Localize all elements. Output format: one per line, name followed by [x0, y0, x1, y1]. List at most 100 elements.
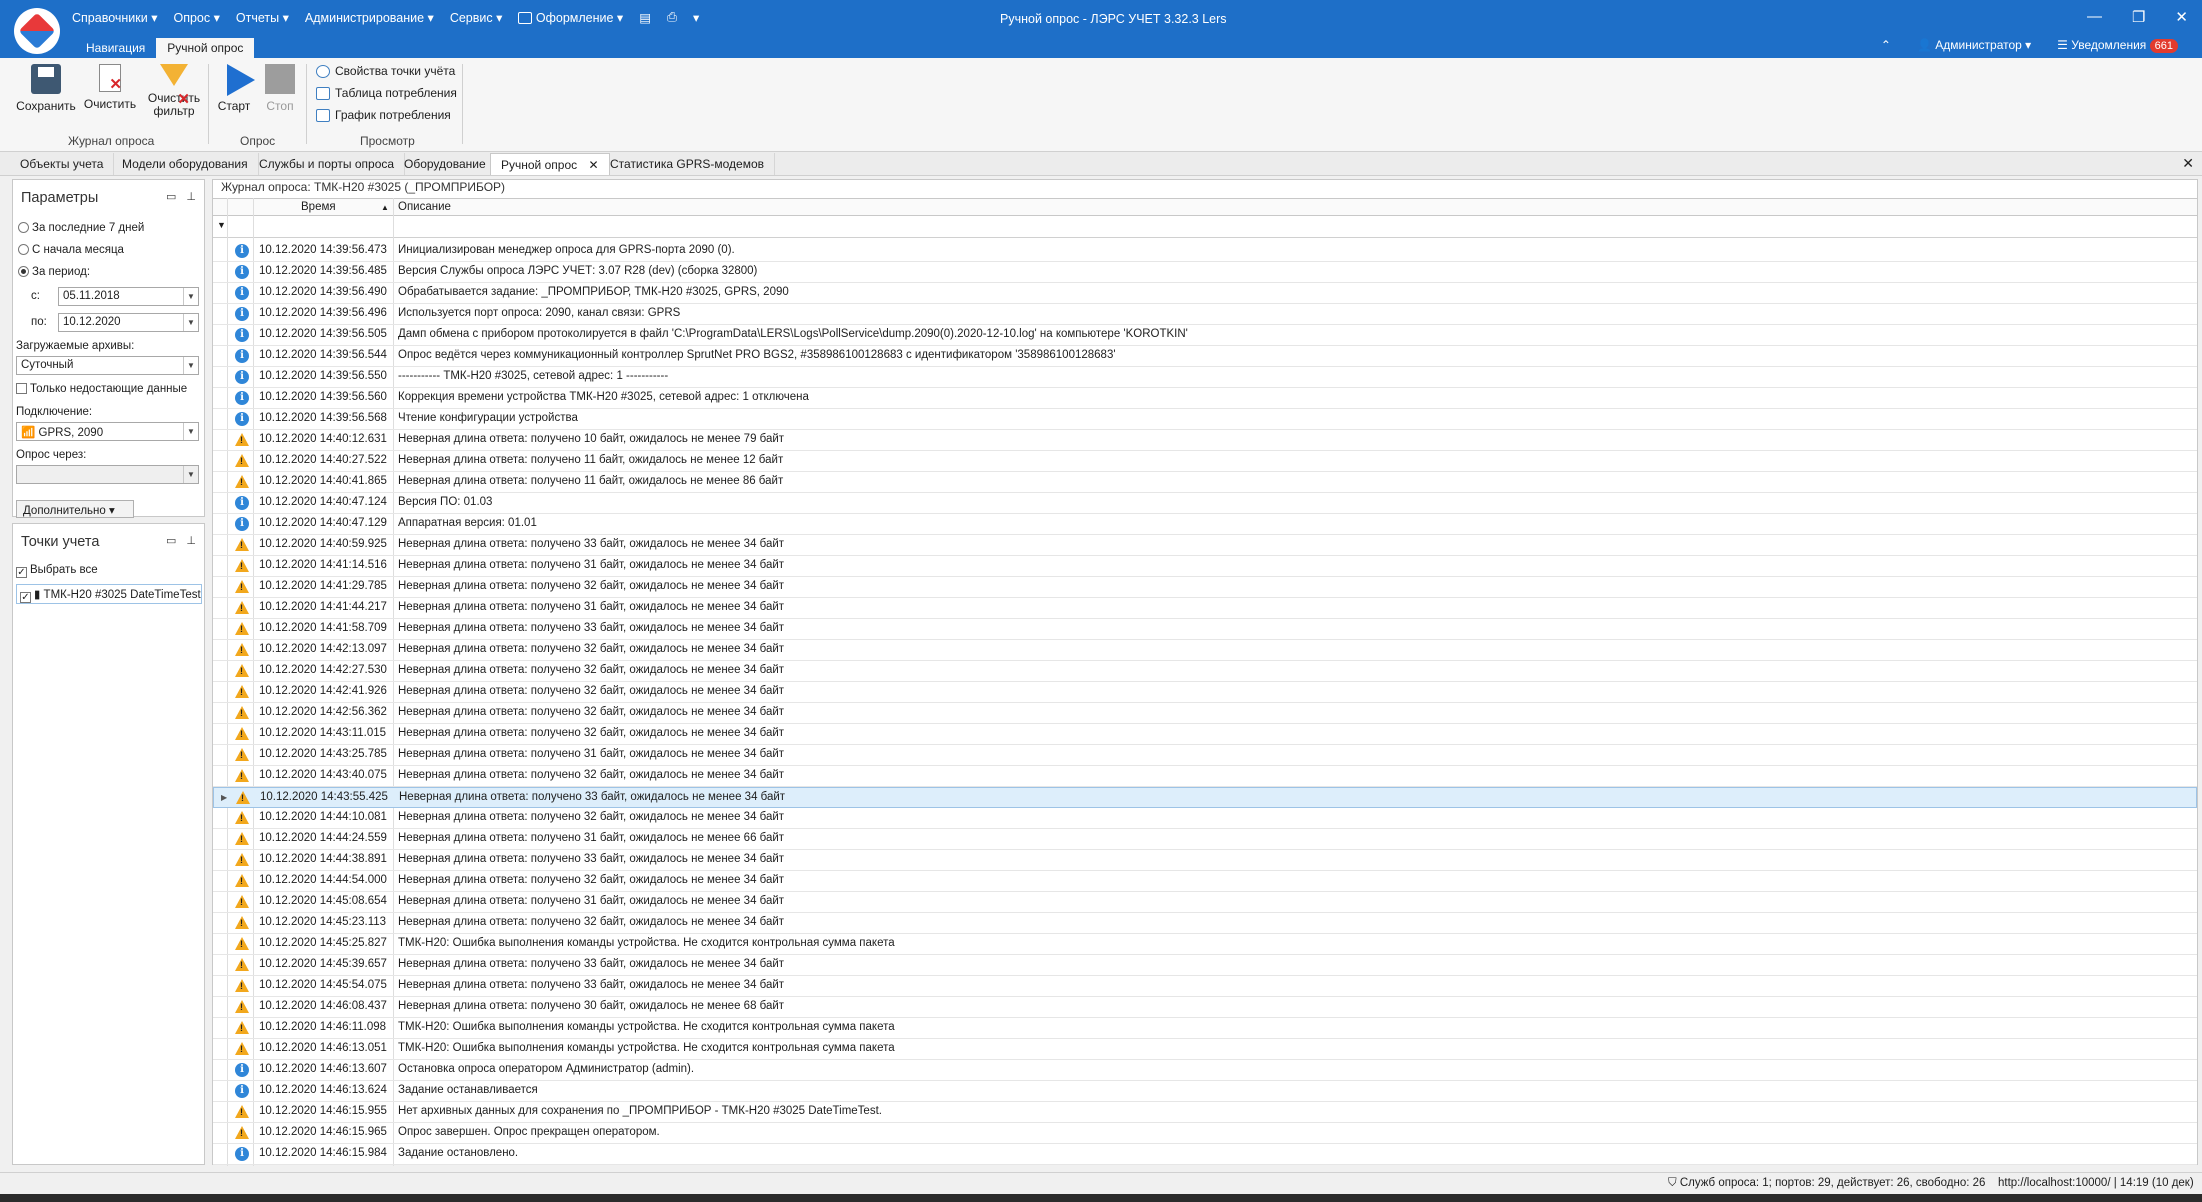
table-row[interactable]: i 10.12.2020 14:39:56.490 Обрабатывается з…: [213, 283, 2197, 304]
table-row[interactable]: 10.12.2020 14:42:27.530 Неверная длина от…: [213, 661, 2197, 682]
chevron-down-icon[interactable]: ▼: [183, 423, 198, 440]
table-row[interactable]: i 10.12.2020 14:39:56.485 Версия Службы оп…: [213, 262, 2197, 283]
close-all-tabs-icon[interactable]: ✕: [2182, 155, 2194, 172]
toolbar-export-icon[interactable]: ▤: [639, 10, 651, 25]
table-row[interactable]: i 10.12.2020 14:39:56.550 ----------- ТМК-…: [213, 367, 2197, 388]
date-from-field[interactable]: 05.11.2018 ▼: [58, 287, 199, 306]
filter-row[interactable]: ▼: [213, 216, 2197, 238]
chevron-down-icon[interactable]: ▼: [183, 466, 198, 483]
table-row[interactable]: 10.12.2020 14:46:15.955 Нет архивных данн…: [213, 1102, 2197, 1123]
start-button[interactable]: Старт: [214, 64, 255, 113]
table-row[interactable]: ▶ 10.12.2020 14:43:55.425 Неверная длина о…: [213, 787, 2197, 808]
table-row[interactable]: i 10.12.2020 14:39:56.544 Опрос ведётся че…: [213, 346, 2197, 367]
table-row[interactable]: 10.12.2020 14:46:08.437 Неверная длина от…: [213, 997, 2197, 1018]
tab-manual-poll-doc[interactable]: Ручной опрос ✕: [490, 153, 610, 175]
table-row[interactable]: 10.12.2020 14:42:13.097 Неверная длина от…: [213, 640, 2197, 661]
toolbar-print-icon[interactable]: ⎙: [667, 10, 677, 25]
table-row[interactable]: 10.12.2020 14:41:44.217 Неверная длина от…: [213, 598, 2197, 619]
table-row[interactable]: i 10.12.2020 14:39:56.473 Инициализирован …: [213, 241, 2197, 262]
tab-equipment-models[interactable]: Модели оборудования: [112, 153, 259, 175]
chevron-down-icon[interactable]: ▼: [183, 314, 198, 331]
tab-manual-poll[interactable]: Ручной опрос: [156, 38, 255, 58]
more-button[interactable]: Дополнительно ▾: [16, 500, 134, 518]
chevron-down-icon[interactable]: ▼: [183, 357, 198, 374]
table-row[interactable]: 10.12.2020 14:44:24.559 Неверная длина от…: [213, 829, 2197, 850]
menu-administration[interactable]: Администрирование ▾: [305, 10, 434, 25]
table-row[interactable]: 10.12.2020 14:45:08.654 Неверная длина от…: [213, 892, 2197, 913]
collapse-ribbon-icon[interactable]: ⌃: [1881, 38, 1891, 52]
close-button[interactable]: ✕: [2175, 8, 2188, 26]
table-row[interactable]: 10.12.2020 14:45:39.657 Неверная длина от…: [213, 955, 2197, 976]
table-row[interactable]: i 10.12.2020 14:46:13.607 Остановка опроса…: [213, 1060, 2197, 1081]
table-row[interactable]: 10.12.2020 14:46:11.098 ТМК-Н20: Ошибка в…: [213, 1018, 2197, 1039]
table-row[interactable]: i 10.12.2020 14:46:13.624 Задание останавл…: [213, 1081, 2197, 1102]
table-row[interactable]: 10.12.2020 14:44:10.081 Неверная длина от…: [213, 808, 2197, 829]
table-row[interactable]: 10.12.2020 14:43:25.785 Неверная длина от…: [213, 745, 2197, 766]
table-row[interactable]: 10.12.2020 14:40:27.522 Неверная длина от…: [213, 451, 2197, 472]
table-row[interactable]: 10.12.2020 14:46:15.965 Опрос завершен. О…: [213, 1123, 2197, 1144]
column-description[interactable]: Описание: [398, 201, 451, 213]
meter-point-properties-button[interactable]: Свойства точки учёта: [316, 64, 455, 78]
consumption-table-button[interactable]: Таблица потребления: [316, 86, 457, 100]
table-row[interactable]: 10.12.2020 14:40:41.865 Неверная длина от…: [213, 472, 2197, 493]
table-row[interactable]: 10.12.2020 14:45:25.827 ТМК-Н20: Ошибка в…: [213, 934, 2197, 955]
table-row[interactable]: 10.12.2020 14:42:56.362 Неверная длина от…: [213, 703, 2197, 724]
radio-last-7-days[interactable]: За последние 7 дней: [18, 222, 144, 234]
consumption-graph-button[interactable]: График потребления: [316, 108, 451, 122]
poll-via-select[interactable]: ▼: [16, 465, 199, 484]
column-time[interactable]: Время: [301, 201, 336, 213]
save-button[interactable]: Сохранить: [16, 64, 76, 113]
menu-appearance[interactable]: Оформление ▾: [518, 10, 623, 25]
tab-metering-objects[interactable]: Объекты учета: [10, 153, 115, 175]
tab-equipment[interactable]: Оборудование: [394, 153, 497, 175]
table-row[interactable]: 10.12.2020 14:41:58.709 Неверная длина от…: [213, 619, 2197, 640]
table-row[interactable]: i 10.12.2020 14:39:56.560 Коррекция времен…: [213, 388, 2197, 409]
menu-poll[interactable]: Опрос ▾: [173, 10, 219, 25]
radio-period[interactable]: За период:: [18, 266, 90, 278]
close-tab-icon[interactable]: ✕: [588, 158, 598, 172]
date-to-field[interactable]: 10.12.2020 ▼: [58, 313, 199, 332]
table-row[interactable]: 10.12.2020 14:40:59.925 Неверная длина от…: [213, 535, 2197, 556]
minimize-panel-icon[interactable]: ▭: [166, 190, 176, 203]
radio-month-start[interactable]: С начала месяца: [18, 244, 124, 256]
table-row[interactable]: i 10.12.2020 14:39:56.505 Дамп обмена с пр…: [213, 325, 2197, 346]
chevron-down-icon[interactable]: ▼: [183, 288, 198, 305]
table-row[interactable]: 10.12.2020 14:44:38.891 Неверная длина от…: [213, 850, 2197, 871]
tab-navigation[interactable]: Навигация: [75, 38, 156, 58]
table-row[interactable]: 10.12.2020 14:41:29.785 Неверная длина от…: [213, 577, 2197, 598]
app-logo[interactable]: [14, 8, 60, 54]
meter-point-item[interactable]: ✓ ▮ ТМК-Н20 #3025 DateTimeTest: [16, 584, 202, 604]
table-row[interactable]: 10.12.2020 14:41:14.516 Неверная длина от…: [213, 556, 2197, 577]
tab-poll-services[interactable]: Службы и порты опроса: [249, 153, 406, 175]
tab-gprs-statistics[interactable]: Статистика GPRS-модемов: [600, 153, 775, 175]
user-menu[interactable]: 👤 Администратор ▾: [1917, 38, 2031, 52]
menu-directories[interactable]: Справочники ▾: [72, 10, 157, 25]
table-row[interactable]: 10.12.2020 14:42:41.926 Неверная длина от…: [213, 682, 2197, 703]
table-row[interactable]: 10.12.2020 14:45:23.113 Неверная длина от…: [213, 913, 2197, 934]
table-row[interactable]: i 10.12.2020 14:40:47.124 Версия ПО: 01.03: [213, 493, 2197, 514]
quick-access-dropdown-icon[interactable]: ▾: [693, 10, 699, 25]
pin-icon[interactable]: ⊥: [186, 190, 196, 203]
missing-only-checkbox[interactable]: Только недостающие данные: [16, 383, 187, 395]
menu-service[interactable]: Сервис ▾: [450, 10, 503, 25]
connection-select[interactable]: 📶 GPRS, 2090 ▼: [16, 422, 199, 441]
table-row[interactable]: 10.12.2020 14:40:12.631 Неверная длина от…: [213, 430, 2197, 451]
minimize-panel-icon[interactable]: ▭: [166, 534, 176, 547]
pin-icon[interactable]: ⊥: [186, 534, 196, 547]
stop-button[interactable]: Стоп: [260, 64, 300, 113]
table-row[interactable]: 10.12.2020 14:44:54.000 Неверная длина от…: [213, 871, 2197, 892]
archives-select[interactable]: Суточный ▼: [16, 356, 199, 375]
table-row[interactable]: i 10.12.2020 14:46:15.984 Задание остановл…: [213, 1144, 2197, 1165]
table-row[interactable]: 10.12.2020 14:43:40.075 Неверная длина от…: [213, 766, 2197, 787]
clear-filter-button[interactable]: ✕ Очистить фильтр: [144, 64, 204, 118]
table-row[interactable]: 10.12.2020 14:43:11.015 Неверная длина от…: [213, 724, 2197, 745]
notifications-button[interactable]: ☰ Уведомления 661: [2057, 38, 2178, 53]
table-row[interactable]: i 10.12.2020 14:40:47.129 Аппаратная верси…: [213, 514, 2197, 535]
menu-reports[interactable]: Отчеты ▾: [236, 10, 289, 25]
minimize-button[interactable]: —: [2087, 8, 2102, 26]
clear-button[interactable]: ✕ Очистить: [80, 64, 140, 111]
table-row[interactable]: 10.12.2020 14:45:54.075 Неверная длина от…: [213, 976, 2197, 997]
select-all-checkbox[interactable]: ✓ Выбрать все: [16, 564, 98, 578]
restore-button[interactable]: ❐: [2132, 8, 2145, 26]
table-row[interactable]: i 10.12.2020 14:39:56.568 Чтение конфигура…: [213, 409, 2197, 430]
